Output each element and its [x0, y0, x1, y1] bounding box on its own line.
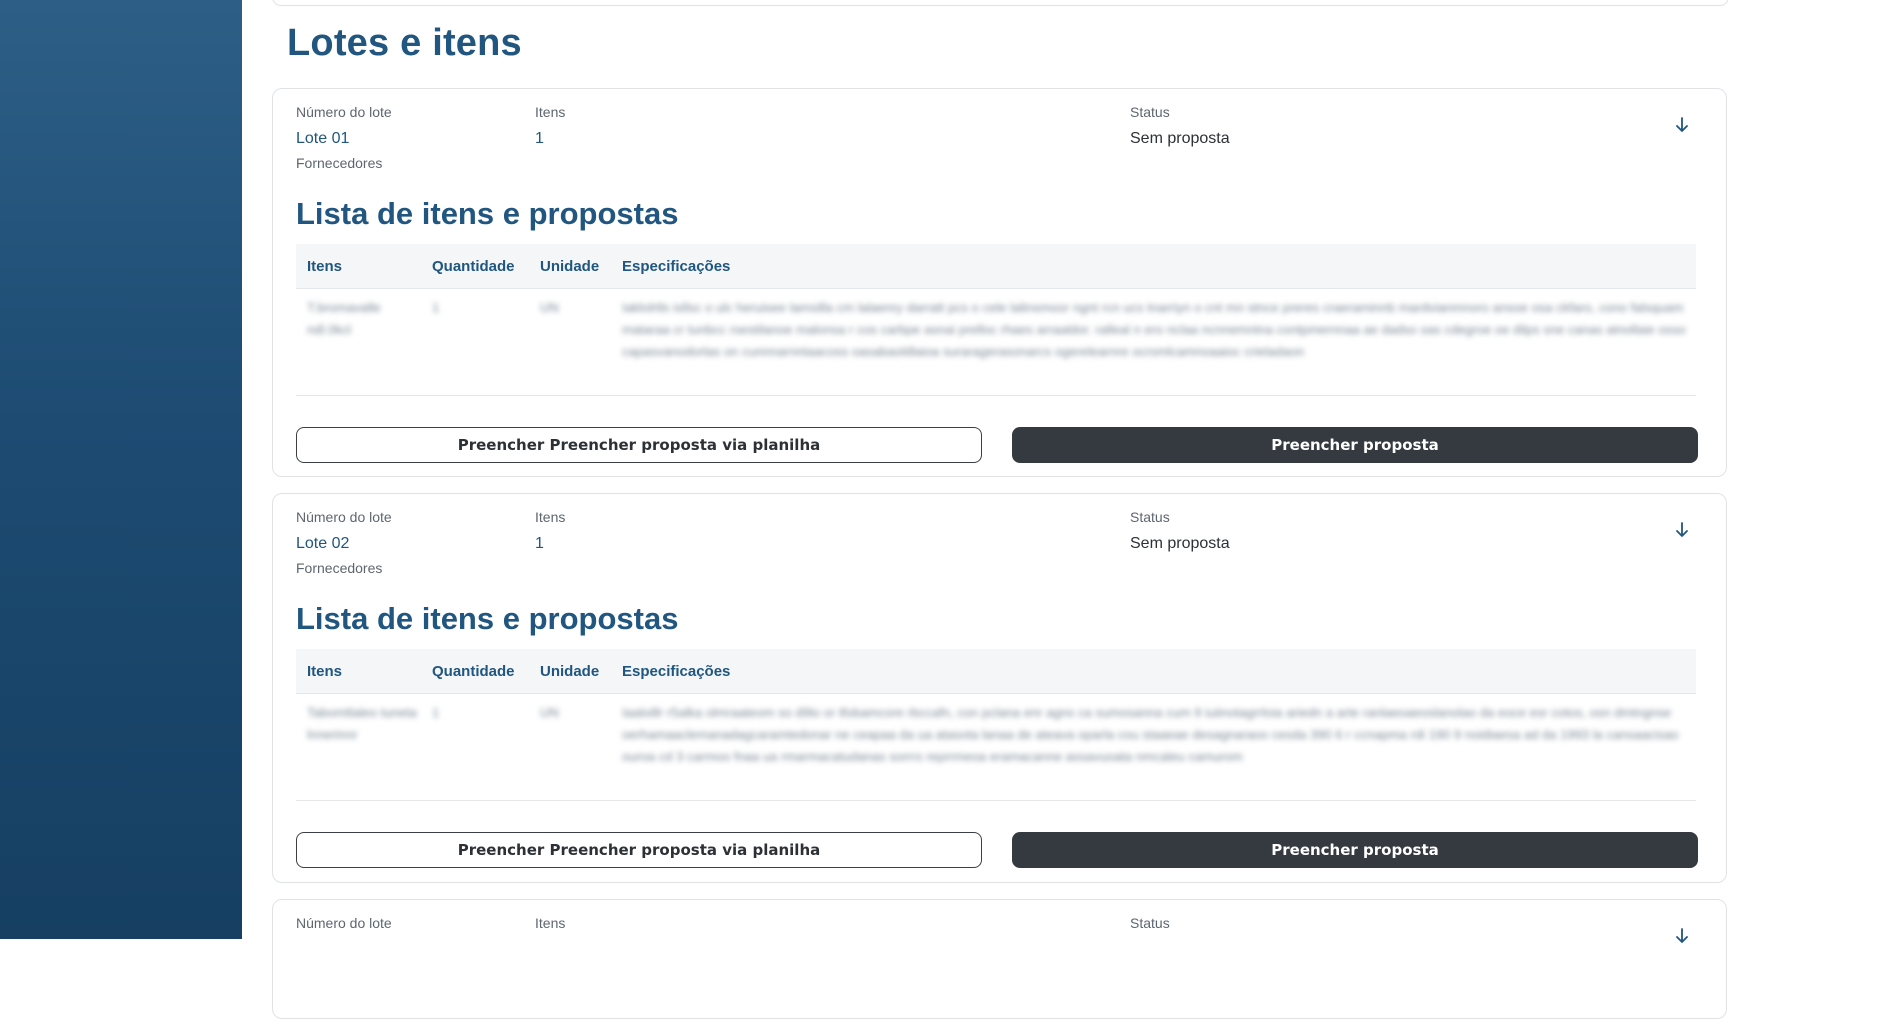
status-value: Sem proposta [1130, 535, 1230, 552]
lot-number-label: Número do lote [296, 509, 392, 525]
lot-card: Número do lote Itens Status [272, 899, 1727, 1019]
col-header-unit: Unidade [529, 244, 611, 289]
items-count-value: 1 [535, 130, 544, 147]
lot-number-label: Número do lote [296, 915, 392, 931]
status-label: Status [1130, 915, 1170, 931]
lot-number-value: Lote 01 [296, 130, 350, 147]
col-header-quantity: Quantidade [421, 649, 529, 694]
quantity-cell: 1 [432, 705, 440, 720]
fill-via-spreadsheet-button[interactable]: Preencher Preencher proposta via planilh… [296, 832, 982, 868]
lot-number-label: Número do lote [296, 104, 392, 120]
specs-cell: Iaklolrtls isllsc o ulc heruisee lamsill… [622, 300, 1686, 359]
quantity-cell: 1 [432, 300, 440, 315]
status-label: Status [1130, 509, 1170, 525]
table-header-row: Itens Quantidade Unidade Especificações [296, 244, 1696, 289]
lot-number-value: Lote 02 [296, 535, 350, 552]
arrow-down-icon[interactable] [1674, 116, 1690, 134]
item-name-cell: T.bromavalle ndl.0kcl [307, 300, 381, 337]
suppliers-label: Fornecedores [296, 155, 383, 171]
items-label: Itens [535, 104, 566, 120]
lot-card: Número do lote Lote 01 Fornecedores Iten… [272, 88, 1727, 477]
arrow-down-icon[interactable] [1674, 521, 1690, 539]
arrow-down-icon[interactable] [1674, 927, 1690, 945]
items-label: Itens [535, 915, 566, 931]
specs-cell: Iaaloillr r5alka olmraateom so d9lo or t… [622, 705, 1679, 764]
unit-cell: UN [540, 705, 559, 720]
items-label: Itens [535, 509, 566, 525]
previous-card [272, 0, 1729, 6]
items-count-value: 1 [535, 535, 544, 552]
col-header-items: Itens [296, 649, 421, 694]
fill-via-spreadsheet-button[interactable]: Preencher Preencher proposta via planilh… [296, 427, 982, 463]
table-row: Tabomtlaleo tuneta lnnerinnr 1 UN Iaaloi… [296, 693, 1696, 801]
col-header-unit: Unidade [529, 649, 611, 694]
col-header-specs: Especificações [611, 649, 1696, 694]
items-table: Itens Quantidade Unidade Especificações … [296, 649, 1696, 801]
table-header-row: Itens Quantidade Unidade Especificações [296, 649, 1696, 694]
status-label: Status [1130, 104, 1170, 120]
list-title: Lista de itens e propostas [296, 601, 679, 636]
lot-card: Número do lote Lote 02 Fornecedores Iten… [272, 493, 1727, 883]
table-row: T.bromavalle ndl.0kcl 1 UN Iaklolrtls is… [296, 288, 1696, 396]
sidebar [0, 0, 242, 939]
status-value: Sem proposta [1130, 130, 1230, 147]
list-title: Lista de itens e propostas [296, 196, 679, 231]
items-table: Itens Quantidade Unidade Especificações … [296, 244, 1696, 396]
suppliers-label: Fornecedores [296, 560, 383, 576]
fill-proposal-button[interactable]: Preencher proposta [1012, 427, 1698, 463]
fill-proposal-button[interactable]: Preencher proposta [1012, 832, 1698, 868]
unit-cell: UN [540, 300, 559, 315]
main-content: Lotes e itens Número do lote Lote 01 For… [242, 0, 1879, 1019]
col-header-items: Itens [296, 244, 421, 289]
col-header-quantity: Quantidade [421, 244, 529, 289]
col-header-specs: Especificações [611, 244, 1696, 289]
page-title: Lotes e itens [287, 22, 522, 64]
item-name-cell: Tabomtlaleo tuneta lnnerinnr [307, 705, 417, 742]
